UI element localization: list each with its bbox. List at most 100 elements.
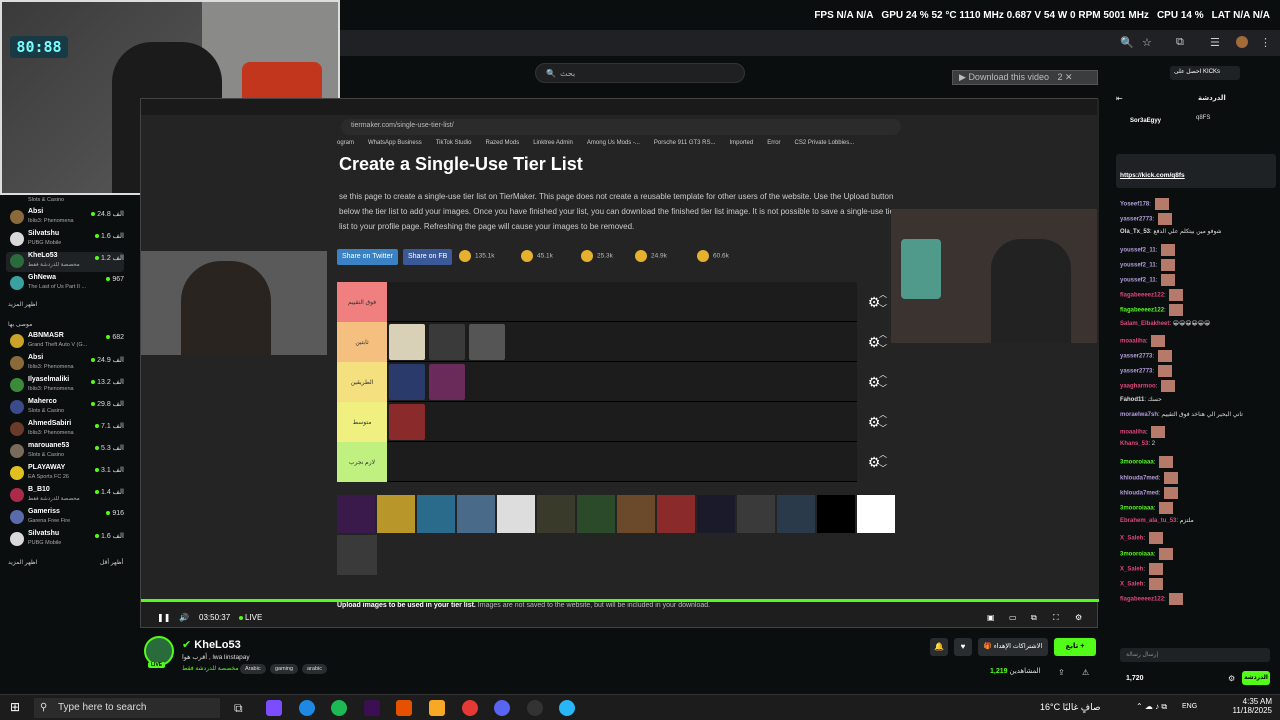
fullscreen-icon[interactable]: ⛶ [1053, 613, 1059, 623]
chrome-icon[interactable] [462, 700, 478, 716]
settings-icon[interactable]: ⚙ [1075, 613, 1082, 622]
chat-username[interactable]: Fahod11 [1120, 397, 1144, 403]
chat-username[interactable]: flagabeeeez122 [1120, 308, 1164, 314]
profile-avatar[interactable] [1236, 36, 1248, 48]
gift-subs-button[interactable]: 🎁 الاشتراكات الإهداء [978, 638, 1048, 656]
chat-username[interactable]: 3mooroiaaa [1120, 551, 1154, 557]
chat-username[interactable]: yasser2773 [1120, 369, 1152, 375]
chat-username[interactable]: flagabeeeez122 [1120, 293, 1164, 299]
sidebar-item[interactable]: Silvatshu PUBG Mobile 1.6 الف [6, 230, 124, 250]
pinned-link[interactable]: https://kick.com/q8fs [1120, 172, 1185, 179]
steam-icon[interactable] [527, 700, 543, 716]
chat-message: X_Saleh: [1120, 562, 1163, 575]
sidebar-item[interactable]: Gameriss Garena Free Fire 916 [6, 508, 124, 528]
sidebar-item[interactable]: Maherco Slots & Casino 29.8 الف [6, 398, 124, 418]
pip-icon[interactable]: ▣ [987, 613, 995, 622]
show-more-link[interactable]: اظهر المزيد [8, 559, 37, 566]
task-view-icon[interactable]: ⧉ [234, 701, 243, 716]
chat-username[interactable]: moaaliha [1120, 338, 1146, 344]
sidebar-item[interactable]: Ilyaselmaliki Iblis3: Phenomena 13.2 الف [6, 376, 124, 396]
sidebar-item[interactable]: GhNewa The Last of Us Part II ... 967 [6, 274, 124, 294]
sidebar-item[interactable]: ABNMASR Grand Theft Auto V (G... 682 [6, 332, 124, 352]
tag[interactable]: Arabic [240, 664, 266, 674]
chat-username[interactable]: Ola_Tx_53 [1120, 229, 1150, 235]
more-icon[interactable]: ⋮ [1260, 36, 1271, 49]
search-input[interactable]: 🔍 بحث [535, 63, 745, 83]
show-more-link[interactable]: اظهر المزيد [8, 301, 37, 308]
settings-icon[interactable]: ⚙ [1228, 674, 1235, 683]
taskbar-clock[interactable]: 4:35 AM 11/18/2025 [1233, 697, 1272, 715]
chat-username[interactable]: X_Saleh [1120, 536, 1143, 542]
heart-icon[interactable]: ♥ [954, 638, 972, 656]
chat-username[interactable]: 3mooroiaaa [1120, 506, 1154, 512]
show-less-link[interactable]: أظهر أقل [100, 559, 123, 566]
close-icon[interactable]: ✕ [1065, 72, 1073, 82]
stream-video-player[interactable]: tiermaker.com/single-use-tier-list/ ogra… [140, 98, 1099, 628]
chat-username[interactable]: youssef2_11 [1120, 278, 1156, 284]
sidebar-item[interactable]: B_B10 مخصصة للدردشة فقط 1.4 الف [6, 486, 124, 506]
tag[interactable]: gaming [270, 664, 299, 674]
chat-username[interactable]: X_Saleh [1120, 582, 1143, 588]
follow-button[interactable]: تابع + [1054, 638, 1096, 656]
spotify-icon[interactable] [331, 700, 347, 716]
pinned-user[interactable]: q8FS [1196, 115, 1210, 121]
tag[interactable]: arabic [302, 664, 327, 674]
chat-username[interactable]: khlouda7med [1120, 475, 1159, 481]
stream-category[interactable]: مخصصة للدردشة فقط [182, 665, 238, 672]
report-icon[interactable]: ⚠ [1082, 668, 1089, 677]
channel-name[interactable]: ✔ KheLo53 [182, 638, 241, 651]
video-progress-bar[interactable] [141, 599, 1099, 602]
chat-username[interactable]: flagabeeeez122 [1120, 597, 1164, 603]
premiere-icon[interactable] [364, 700, 380, 716]
theater-icon[interactable]: ▭ [1009, 613, 1017, 622]
brave-icon[interactable] [396, 700, 412, 716]
sidebar-item-active[interactable]: KheLo53 مخصصة للدردشة فقط 1.2 الف [6, 252, 124, 272]
chat-username[interactable]: yasser2773 [1120, 217, 1152, 223]
chat-username[interactable]: khlouda7med [1120, 490, 1159, 496]
sidebar-item[interactable]: PLAYAWAY EA Sports FC 26 3.1 الف [6, 464, 124, 484]
chat-input[interactable]: إرسال رسالة [1120, 648, 1270, 662]
discord-icon[interactable] [494, 700, 510, 716]
get-kicks-button[interactable]: احصل على KICKs [1170, 66, 1240, 80]
sidebar-item[interactable]: Silvatshu PUBG Mobile 1.6 الف [6, 530, 124, 550]
sidebar-item[interactable]: Absi Iblis3: Phenomena 24.8 الف [6, 208, 124, 228]
chat-username[interactable]: 3mooroiaaa [1120, 460, 1154, 466]
star-icon[interactable]: ☆ [1142, 36, 1152, 49]
tray-icons[interactable]: ⌃ ☁ ♪ ⧉ [1136, 702, 1167, 712]
volume-icon[interactable]: 🔊 [179, 613, 189, 622]
chat-username[interactable]: Yoseef178 [1120, 202, 1149, 208]
chat-username[interactable]: yasser2773 [1120, 354, 1152, 360]
file-explorer-icon[interactable] [429, 700, 445, 716]
kick-points[interactable]: 1,720 [1126, 675, 1144, 682]
weather-widget[interactable]: 16°C صافٍ غالبًا [1040, 702, 1101, 713]
menu-list-icon[interactable]: ☰ [1210, 36, 1220, 49]
chat-username[interactable]: Salam_Elbakheet [1120, 321, 1169, 327]
chat-username[interactable]: moraelwa7sh [1120, 412, 1158, 418]
taskbar-search[interactable]: Type here to search [34, 698, 220, 718]
language-indicator[interactable]: ENG [1182, 703, 1197, 710]
clip-icon[interactable]: ⧉ [1031, 613, 1037, 623]
sidebar-item[interactable]: marouane53 Slots & Casino 5.3 الف [6, 442, 124, 462]
chat-username[interactable]: Khans_53 [1120, 441, 1148, 447]
chat-username[interactable]: X_Saleh [1120, 566, 1143, 572]
extensions-icon[interactable]: ⧉ [1176, 36, 1184, 49]
share-icon[interactable]: ⇪ [1058, 668, 1065, 677]
chat-username[interactable]: yaagharmoo [1120, 384, 1156, 390]
chat-send-button[interactable]: الدردشة [1242, 671, 1270, 685]
chat-username[interactable]: moaaliha [1120, 430, 1146, 436]
sidebar-item[interactable]: Absi Iblis3: Phenomena 24.9 الف [6, 354, 124, 374]
copilot-icon[interactable] [266, 700, 282, 716]
chat-username[interactable]: youssef2_11 [1120, 247, 1156, 253]
zoom-icon[interactable]: 🔍 [1120, 36, 1134, 49]
edge-icon[interactable] [299, 700, 315, 716]
notification-bell-icon[interactable]: 🔔 [930, 638, 948, 656]
download-video-bar[interactable]: ▶ Download this video 2 ✕ [952, 70, 1098, 85]
app-icon[interactable] [559, 700, 575, 716]
chat-username[interactable]: Ebrahem_ala_tu_53 [1120, 518, 1176, 524]
windows-start-icon[interactable]: ⊞ [10, 700, 20, 714]
pause-icon[interactable]: ❚❚ [157, 613, 170, 622]
top-gifter[interactable]: Sor3aEgyy [1130, 118, 1161, 124]
chat-username[interactable]: youssef2_11 [1120, 262, 1156, 268]
collapse-chat-icon[interactable]: ⇤ [1116, 94, 1123, 103]
sidebar-item[interactable]: AhmedSabiri Iblis3: Phenomena 7.1 الف [6, 420, 124, 440]
